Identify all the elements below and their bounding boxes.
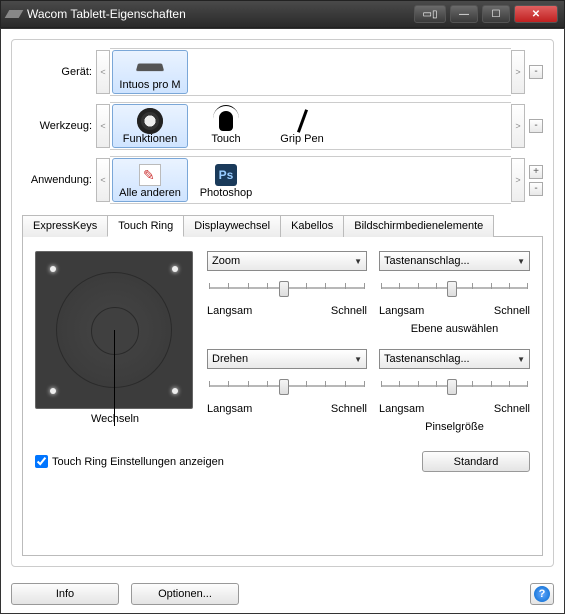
device-next[interactable]: > [511,50,525,94]
func-bl-slider[interactable] [207,375,367,399]
func-br-sublabel: Pinselgröße [379,421,530,433]
ring-center-label: Wechseln [35,413,195,425]
tool-next[interactable]: > [511,104,525,148]
chevron-down-icon: ▼ [517,355,525,364]
footer: Info Optionen... ? [1,577,564,613]
combo-value: Tastenanschlag... [384,255,470,267]
slider-fast-label: Schnell [331,305,367,317]
combo-value: Tastenanschlag... [384,353,470,365]
func-tl-slider[interactable] [207,277,367,301]
tool-label: Werkzeug: [22,120,96,132]
func-bl-combo[interactable]: Drehen ▼ [207,349,367,369]
thumbnail-button[interactable]: ▭▯ [414,5,446,23]
window-body: Gerät: < Intuos pro M > - Werkzeug: < Fu… [0,28,565,614]
app-icon [5,10,24,18]
device-item-label: Intuos pro M [119,79,180,91]
func-tr-combo[interactable]: Tastenanschlag... ▼ [379,251,530,271]
tab-touchring[interactable]: Touch Ring [107,215,184,237]
chevron-down-icon: ▼ [354,355,362,364]
app-strip: Alle anderen Ps Photoshop [110,156,511,204]
slider-slow-label: Langsam [379,403,424,415]
app-item-all[interactable]: Alle anderen [112,158,188,202]
func-tr-slider[interactable] [379,277,530,301]
combo-value: Zoom [212,255,240,267]
tab-kabellos[interactable]: Kabellos [280,215,344,237]
main-panel: Gerät: < Intuos pro M > - Werkzeug: < Fu… [11,39,554,567]
tab-expresskeys[interactable]: ExpressKeys [22,215,108,237]
device-label: Gerät: [22,66,96,78]
func-bottom-left: Drehen ▼ Langsam Schnell [207,349,367,415]
device-prev[interactable]: < [96,50,110,94]
gear-icon [135,110,165,132]
app-item-photoshop[interactable]: Ps Photoshop [188,158,264,202]
tab-content: Zoom ▼ Langsam Schnell [22,237,543,556]
help-icon: ? [534,586,550,602]
slider-slow-label: Langsam [207,305,252,317]
window-buttons: ▭▯ — ☐ ✕ [414,5,558,23]
chevron-down-icon: ▼ [517,257,525,266]
standard-button[interactable]: Standard [422,451,530,472]
slider-fast-label: Schnell [494,305,530,317]
show-settings-input[interactable] [35,455,48,468]
tab-bildschirm[interactable]: Bildschirmbedienelemente [343,215,494,237]
app-remove[interactable]: - [529,182,543,196]
device-remove[interactable]: - [529,65,543,79]
window-title: Wacom Tablett-Eigenschaften [27,7,414,21]
app-label: Anwendung: [22,174,96,186]
close-button[interactable]: ✕ [514,5,558,23]
tool-remove[interactable]: - [529,119,543,133]
device-item-intuos[interactable]: Intuos pro M [112,50,188,94]
slider-fast-label: Schnell [494,403,530,415]
device-row: Gerät: < Intuos pro M > - [22,48,543,96]
slider-slow-label: Langsam [207,403,252,415]
tool-prev[interactable]: < [96,104,110,148]
tool-item-label: Funktionen [123,133,177,145]
info-button[interactable]: Info [11,583,119,605]
device-strip: Intuos pro M [110,48,511,96]
func-top-left: Zoom ▼ Langsam Schnell [207,251,367,317]
maximize-button[interactable]: ☐ [482,5,510,23]
combo-value: Drehen [212,353,248,365]
tabstrip: ExpressKeys Touch Ring Displaywechsel Ka… [22,214,543,237]
tablet-icon [135,56,165,78]
show-settings-label: Touch Ring Einstellungen anzeigen [52,456,224,468]
tool-item-touch[interactable]: Touch [188,104,264,148]
ring-visual: Wechseln [35,251,195,425]
tool-item-functions[interactable]: Funktionen [112,104,188,148]
tool-item-pen[interactable]: Grip Pen [264,104,340,148]
func-bottom-right: Tastenanschlag... ▼ Langsam Schnell Pins… [379,349,530,433]
func-tr-sublabel: Ebene auswählen [379,323,530,335]
app-item-label: Photoshop [200,187,253,199]
tool-item-label: Grip Pen [280,133,323,145]
options-button[interactable]: Optionen... [131,583,239,605]
show-settings-row: Touch Ring Einstellungen anzeigen Standa… [35,451,530,472]
touchring-grid: Zoom ▼ Langsam Schnell [35,251,530,433]
app-row: Anwendung: < Alle anderen Ps Photoshop >… [22,156,543,204]
tab-displaywechsel[interactable]: Displaywechsel [183,215,281,237]
app-next[interactable]: > [511,158,525,202]
app-prev[interactable]: < [96,158,110,202]
func-br-slider[interactable] [379,375,530,399]
app-add[interactable]: + [529,165,543,179]
func-tl-combo[interactable]: Zoom ▼ [207,251,367,271]
minimize-button[interactable]: — [450,5,478,23]
app-item-label: Alle anderen [119,187,181,199]
tool-item-label: Touch [211,133,240,145]
tool-row: Werkzeug: < Funktionen Touch Grip Pen > … [22,102,543,150]
func-br-combo[interactable]: Tastenanschlag... ▼ [379,349,530,369]
titlebar: Wacom Tablett-Eigenschaften ▭▯ — ☐ ✕ [0,0,565,28]
func-top-right: Tastenanschlag... ▼ Langsam Schnell Eben… [379,251,530,335]
help-button[interactable]: ? [530,583,554,605]
show-settings-checkbox[interactable]: Touch Ring Einstellungen anzeigen [35,455,224,468]
pen-icon [287,110,317,132]
tool-strip: Funktionen Touch Grip Pen [110,102,511,150]
slider-fast-label: Schnell [331,403,367,415]
chevron-down-icon: ▼ [354,257,362,266]
all-apps-icon [135,164,165,186]
touch-icon [211,110,241,132]
photoshop-icon: Ps [211,164,241,186]
slider-slow-label: Langsam [379,305,424,317]
